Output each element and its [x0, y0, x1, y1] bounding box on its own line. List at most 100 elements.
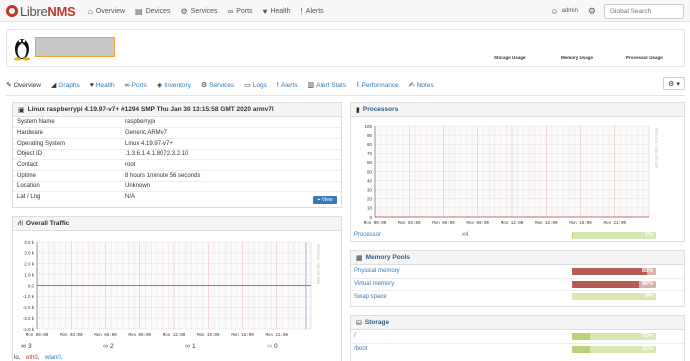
- cogs-icon: ⚙: [180, 6, 188, 16]
- heartbeat-icon: ♥: [89, 81, 94, 89]
- link-up-icon: ∞: [103, 342, 108, 350]
- overview-row: Uptime 8 hours 1minute 56 seconds: [13, 169, 341, 182]
- port-count-value: 2: [110, 342, 114, 350]
- overview-row: Lat / Lng N/A: [13, 191, 341, 203]
- memory-row-label[interactable]: Swap space: [354, 294, 462, 300]
- processors-x-tick: Mon 18:00: [569, 222, 592, 226]
- processors-title-link[interactable]: Processors: [363, 106, 398, 113]
- librenms-logo-mark: [6, 5, 18, 17]
- nav-item-devices[interactable]: ▤ Devices: [135, 7, 170, 16]
- traffic-x-tick: Mon 21:00: [265, 334, 288, 338]
- device-settings-dropdown[interactable]: ⚙ ▾: [663, 77, 685, 90]
- global-search-input[interactable]: [604, 3, 684, 19]
- overview-key: Operating System: [13, 137, 121, 150]
- processors-row[interactable]: Processor x4 1%: [351, 229, 684, 242]
- processors-panel: ▮ Processors 100 90 80 70 60 50 40 30 20 10 0 Mon 0…: [350, 102, 685, 242]
- overview-value: root: [121, 159, 341, 171]
- traffic-y-tick: 4.0 k: [24, 240, 35, 245]
- nav-item-services[interactable]: ⚙ Services: [181, 7, 218, 16]
- memory-usage-bar: 89%: [572, 267, 656, 275]
- traffic-y-tick: -3.0 k: [23, 316, 35, 321]
- memory-title-link[interactable]: Memory Pools: [366, 254, 410, 261]
- link-icon: ∞: [124, 81, 130, 89]
- nav-item-alerts[interactable]: ! Alerts: [301, 7, 324, 16]
- processors-y-tick: 30: [367, 188, 373, 193]
- view-location-button[interactable]: ⌖ View: [313, 196, 337, 204]
- storage-usage-bar: 21%: [572, 345, 656, 353]
- nav-item-ports[interactable]: ∞ Ports: [228, 7, 253, 16]
- processors-x-tick: Mon 15:00: [535, 222, 558, 226]
- tab-label: Alert Stats: [316, 81, 347, 89]
- nav-item-label: Health: [270, 7, 291, 15]
- tab-alert-stats[interactable]: ▥ Alert Stats: [307, 81, 347, 90]
- memory-usage-bar: 80%: [572, 280, 656, 288]
- traffic-x-tick: Mon 12:00: [163, 334, 186, 338]
- tab-logs[interactable]: ▭ Logs: [244, 81, 267, 90]
- processors-row-label[interactable]: Processor: [354, 232, 462, 238]
- processors-y-tick: 60: [367, 160, 373, 165]
- sticky-note-icon: ✍: [408, 82, 415, 89]
- usage-percent: 21%: [641, 345, 653, 352]
- port-count-1[interactable]: ∞ 2: [95, 343, 177, 350]
- port-count-3[interactable]: ∞ 0: [259, 343, 341, 350]
- tab-ports[interactable]: ∞ Ports: [125, 82, 147, 89]
- storage-title-link[interactable]: Storage: [365, 319, 389, 326]
- tab-label: Services: [209, 81, 235, 89]
- tab-overview[interactable]: ✎ Overview: [6, 81, 41, 90]
- nav-item-label: Devices: [145, 7, 171, 15]
- traffic-y-tick: 0.0: [28, 283, 35, 288]
- processors-graph[interactable]: 100 90 80 70 60 50 40 30 20 10 0 Mon 00:00 Mon 03:00…: [353, 121, 665, 229]
- librenms-logo[interactable]: LibreNMS: [6, 4, 76, 19]
- processors-y-tick: 40: [367, 178, 373, 183]
- usage-bar-fill: [572, 267, 647, 275]
- overview-value: .1.3.6.1.4.1.8072.3.2.10: [121, 148, 341, 160]
- exclamation-circle-icon: !: [300, 6, 303, 16]
- storage-rows: / 21% /boot 21%: [351, 330, 684, 355]
- memory-row[interactable]: Physical memory 89%: [351, 265, 684, 278]
- memory-row-label[interactable]: Virtual memory: [354, 281, 462, 287]
- tab-graphs[interactable]: ◢ Graphs: [51, 81, 80, 90]
- processors-y-tick: 70: [367, 151, 373, 156]
- tab-health[interactable]: ♥ Health: [90, 82, 115, 89]
- memory-row[interactable]: Swap space 0%: [351, 290, 684, 303]
- overview-value: raspberrypi: [125, 119, 156, 126]
- usage-percent: 89%: [641, 267, 653, 274]
- nav-item-health[interactable]: ♥ Health: [263, 7, 291, 16]
- memory-row[interactable]: Virtual memory 80%: [351, 277, 684, 291]
- tab-inventory[interactable]: ◈ Inventory: [157, 81, 191, 90]
- tab-alerts[interactable]: ! Alerts: [277, 82, 298, 89]
- traffic-graph[interactable]: 4.0 k 3.0 k 2.0 k 1.0 k 0.0 -1.0 k -2.0 k -3.0 …: [15, 237, 327, 341]
- overview-key: Lat / Lng: [13, 191, 121, 203]
- memory-row-label[interactable]: Physical memory: [354, 268, 462, 274]
- storage-usage-bar: 21%: [572, 332, 656, 340]
- traffic-graph-svg: 4.0 k 3.0 k 2.0 k 1.0 k 0.0 -1.0 k -2.0 k -3.0 …: [15, 237, 327, 341]
- tab-notes[interactable]: ✍ Notes: [408, 81, 434, 90]
- iface-wlan0-link[interactable]: wlan0,: [45, 355, 62, 361]
- nav-item-overview[interactable]: ⌂ Overview: [88, 7, 125, 16]
- storage-row[interactable]: /boot 21%: [351, 342, 684, 356]
- line-chart-icon: ⌇: [356, 82, 360, 89]
- device-tabs: ✎ Overview ◢ Graphs ♥ Health ∞ Ports ◈ Inventory ⚙…: [6, 77, 685, 93]
- storage-row[interactable]: / 21%: [351, 330, 684, 343]
- memory-icon: ▦: [356, 254, 363, 262]
- port-counts: ∞ 3 ∞ 2 ∞ 1 ∞ 0: [13, 339, 341, 353]
- overview-value: N/A: [121, 191, 341, 203]
- user-menu[interactable]: ☺ admin: [550, 7, 578, 16]
- iface-eth0-link[interactable]: eth0,: [26, 355, 39, 361]
- tabs-divider: [6, 95, 685, 96]
- traffic-watermark: RRDTOOL / TOBI OETIKER: [316, 244, 320, 285]
- cogs-icon: ⚙: [200, 82, 208, 89]
- tab-performance[interactable]: ⌇ Performance: [356, 81, 399, 90]
- port-count-0[interactable]: ∞ 3: [13, 343, 95, 350]
- storage-panel-header: ⛁ Storage: [351, 316, 684, 330]
- port-count-2[interactable]: ∞ 1: [177, 343, 259, 350]
- storage-usage-label: Storage Usage: [494, 55, 526, 60]
- overview-key: System Name: [17, 119, 55, 126]
- storage-row-label[interactable]: /: [354, 333, 462, 339]
- storage-row-label[interactable]: /boot: [354, 346, 462, 352]
- overview-table: System Name raspberrypi Hardware Generic AR…: [13, 117, 341, 203]
- settings-gear-icon[interactable]: ⚙: [588, 6, 596, 17]
- traffic-x-tick: Mon 15:00: [197, 334, 220, 338]
- processors-y-tick: 10: [367, 206, 373, 211]
- tab-services[interactable]: ⚙ Services: [200, 81, 235, 90]
